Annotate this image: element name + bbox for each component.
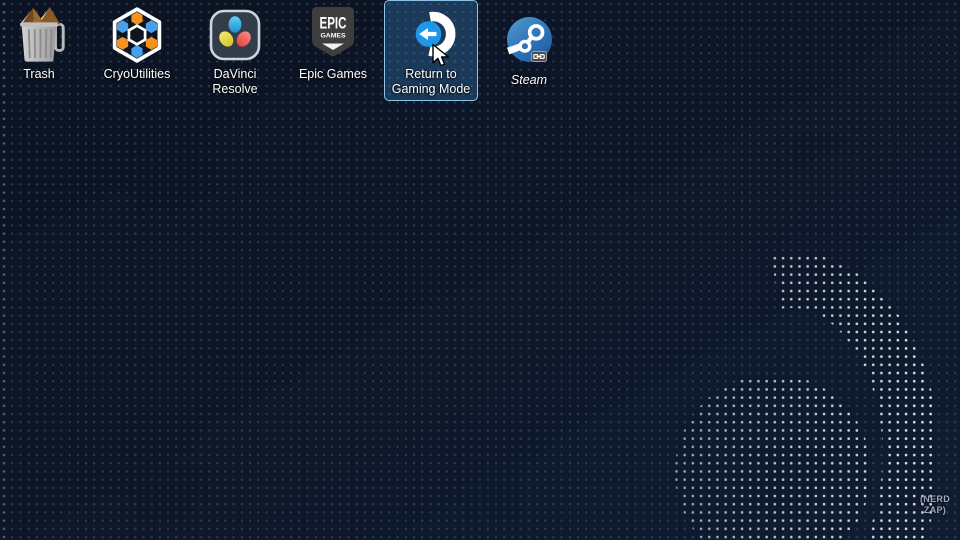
watermark-line1: (NERD <box>912 494 958 505</box>
cryoutilities-icon <box>108 1 166 65</box>
desktop-icon-steam[interactable]: Steam <box>482 0 576 101</box>
trash-icon <box>11 1 67 65</box>
icon-label-steam: Steam <box>511 73 547 88</box>
epic-title-text: EPIC <box>320 14 347 33</box>
epic-subtitle-text: GAMES <box>321 33 347 40</box>
watermark: (NERD ZAP) <box>912 494 958 516</box>
desktop-icon-davinci-resolve[interactable]: DaVinci Resolve <box>188 0 282 101</box>
desktop-icon-trash[interactable]: Trash <box>0 0 86 101</box>
icon-label-cryoutilities: CryoUtilities <box>104 67 171 82</box>
watermark-line2: ZAP) <box>912 505 958 516</box>
icon-label-trash: Trash <box>23 67 55 82</box>
symlink-emblem-icon <box>531 49 547 67</box>
icon-label-epic-games: Epic Games <box>299 67 367 82</box>
desktop-icon-cryoutilities[interactable]: CryoUtilities <box>90 0 184 101</box>
steam-icon <box>506 1 553 71</box>
mouse-cursor-icon <box>430 43 450 73</box>
davinci-resolve-icon <box>207 1 263 65</box>
desktop-icon-epic-games[interactable]: EPIC GAMES Epic Games <box>286 0 380 101</box>
epic-games-icon: EPIC GAMES <box>305 1 361 65</box>
icon-label-davinci-resolve: DaVinci Resolve <box>190 67 280 96</box>
